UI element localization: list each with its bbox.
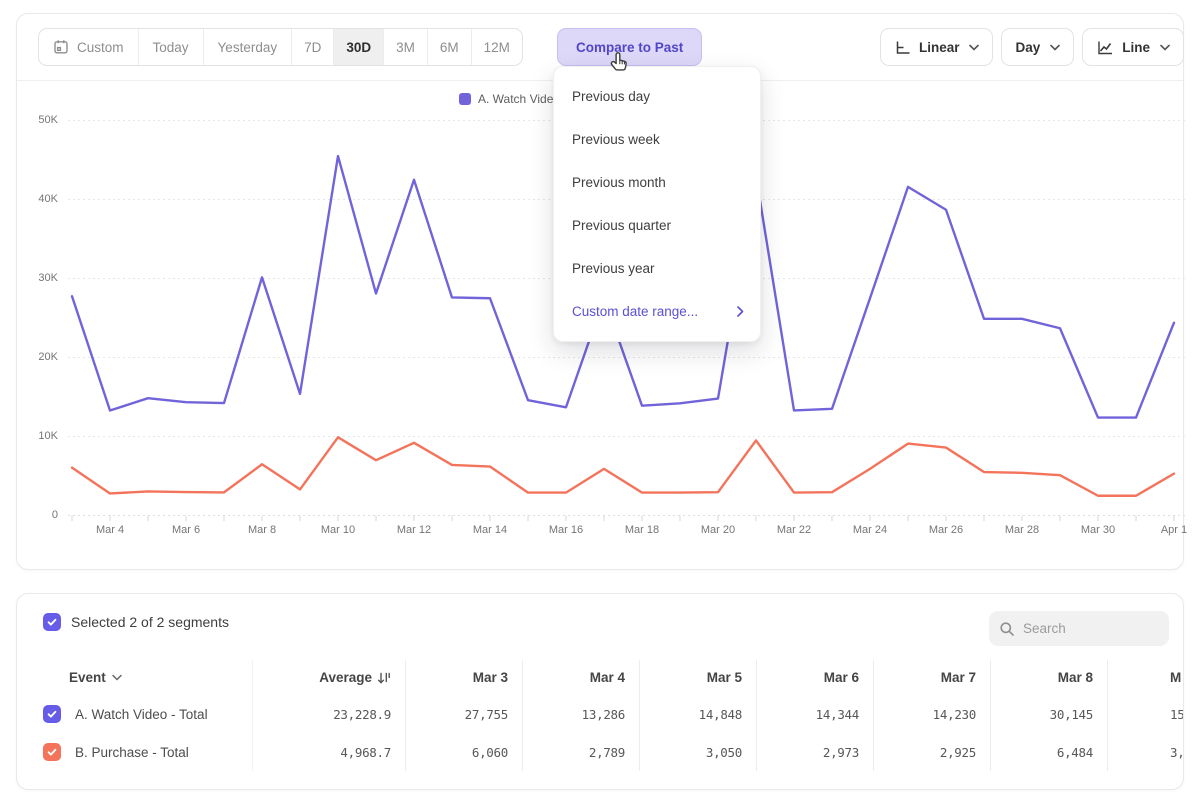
range-3m[interactable]: 3M — [383, 29, 427, 65]
x-tick-label: Mar 6 — [156, 524, 216, 536]
cell-value: 14,848 — [639, 695, 756, 733]
cell-value: 27,755 — [405, 695, 522, 733]
x-tick-label: Mar 12 — [384, 524, 444, 536]
chart-controls: Linear Day Line — [880, 28, 1184, 66]
x-tick-label: Mar 4 — [80, 524, 140, 536]
cell-value: 6,060 — [405, 733, 522, 771]
legend-swatch — [459, 93, 471, 105]
cell-value: 30,145 — [990, 695, 1107, 733]
interval-dropdown-button[interactable]: Day — [1001, 28, 1074, 66]
average-value: 4,968.7 — [252, 733, 405, 771]
column-header: Mar 8 — [990, 660, 1107, 695]
cell-value: 14,344 — [756, 695, 873, 733]
calendar-icon — [53, 39, 69, 55]
chevron-down-icon — [112, 674, 122, 681]
average-value: 23,228.9 — [252, 695, 405, 733]
compare-to-past-button[interactable]: Compare to Past — [557, 28, 702, 66]
cell-value: 14,230 — [873, 695, 990, 733]
x-tick-label: Mar 10 — [308, 524, 368, 536]
table-row-purchase[interactable]: B. Purchase - Total 4,968.7 6,060 2,789 … — [17, 733, 1184, 771]
x-tick-label: Mar 14 — [460, 524, 520, 536]
menu-item-custom-date-range[interactable]: Custom date range... — [554, 290, 760, 333]
y-tick-label: 30K — [14, 272, 58, 284]
y-tick-label: 0 — [14, 509, 58, 521]
x-tick-label: Mar 28 — [992, 524, 1052, 536]
x-tick-label: Mar 24 — [840, 524, 900, 536]
search-box[interactable] — [989, 611, 1169, 646]
x-tick-label: Mar 26 — [916, 524, 976, 536]
column-header: Mar 5 — [639, 660, 756, 695]
average-column-header[interactable]: Average — [252, 660, 405, 695]
segments-table: Event Average Mar 3 Mar 4 Mar 5 Mar 6 Ma… — [17, 660, 1184, 771]
event-column-header[interactable]: Event — [17, 660, 252, 695]
chevron-down-icon — [1050, 44, 1060, 51]
menu-item-previous-week[interactable]: Previous week — [554, 118, 760, 161]
segments-summary-row: Selected 2 of 2 segments — [43, 613, 229, 631]
cell-value-clipped: 3, — [1107, 733, 1184, 771]
scale-dropdown-button[interactable]: Linear — [880, 28, 994, 66]
cell-value: 2,925 — [873, 733, 990, 771]
row-checkbox[interactable] — [43, 743, 61, 761]
compare-to-past-menu: Previous day Previous week Previous mont… — [553, 66, 761, 342]
range-label: Custom — [77, 40, 124, 55]
range-7d[interactable]: 7D — [291, 29, 333, 65]
search-icon — [999, 621, 1015, 637]
linear-scale-icon — [894, 39, 911, 56]
cell-value: 6,484 — [990, 733, 1107, 771]
x-tick-label: Apr 1 — [1144, 524, 1200, 536]
cell-value: 2,973 — [756, 733, 873, 771]
range-30d[interactable]: 30D — [333, 29, 383, 65]
sort-descending-icon — [377, 671, 391, 685]
chart-type-dropdown-button[interactable]: Line — [1082, 28, 1184, 66]
x-tick-label: Mar 22 — [764, 524, 824, 536]
range-today[interactable]: Today — [138, 29, 203, 65]
row-checkbox[interactable] — [43, 705, 61, 723]
date-range-selector: Custom Today Yesterday 7D 30D 3M 6M 12M — [38, 28, 523, 66]
search-input[interactable] — [1023, 621, 1153, 636]
column-header: Mar 7 — [873, 660, 990, 695]
chevron-down-icon — [1160, 44, 1170, 51]
range-custom[interactable]: Custom — [39, 29, 138, 65]
table-header-row: Event Average Mar 3 Mar 4 Mar 5 Mar 6 Ma… — [17, 660, 1184, 695]
cell-value: 13,286 — [522, 695, 639, 733]
chevron-right-icon — [737, 306, 744, 317]
column-header: Mar 4 — [522, 660, 639, 695]
cell-value: 2,789 — [522, 733, 639, 771]
column-header: Mar 3 — [405, 660, 522, 695]
menu-item-previous-quarter[interactable]: Previous quarter — [554, 204, 760, 247]
segments-table-card: Selected 2 of 2 segments Event Average M… — [16, 593, 1184, 790]
line-chart-icon — [1096, 39, 1114, 56]
y-tick-label: 10K — [14, 430, 58, 442]
select-all-checkbox[interactable] — [43, 613, 61, 631]
range-12m[interactable]: 12M — [471, 29, 522, 65]
x-tick-label: Mar 16 — [536, 524, 596, 536]
menu-item-previous-day[interactable]: Previous day — [554, 75, 760, 118]
y-tick-label: 20K — [14, 351, 58, 363]
y-tick-label: 50K — [14, 114, 58, 126]
x-tick-label: Mar 18 — [612, 524, 672, 536]
y-tick-label: 40K — [14, 193, 58, 205]
x-tick-label: Mar 20 — [688, 524, 748, 536]
column-header: Mar 6 — [756, 660, 873, 695]
segments-summary-label: Selected 2 of 2 segments — [71, 614, 229, 630]
x-tick-label: Mar 30 — [1068, 524, 1128, 536]
column-header-clipped: M — [1107, 660, 1184, 695]
cell-value: 3,050 — [639, 733, 756, 771]
range-6m[interactable]: 6M — [427, 29, 471, 65]
event-label: A. Watch Video - Total — [75, 707, 208, 722]
event-label: B. Purchase - Total — [75, 745, 189, 760]
range-yesterday[interactable]: Yesterday — [203, 29, 292, 65]
cell-value-clipped: 15, — [1107, 695, 1184, 733]
menu-item-previous-month[interactable]: Previous month — [554, 161, 760, 204]
x-tick-label: Mar 8 — [232, 524, 292, 536]
menu-item-previous-year[interactable]: Previous year — [554, 247, 760, 290]
table-row-watch-video[interactable]: A. Watch Video - Total 23,228.9 27,755 1… — [17, 695, 1184, 733]
chevron-down-icon — [969, 44, 979, 51]
